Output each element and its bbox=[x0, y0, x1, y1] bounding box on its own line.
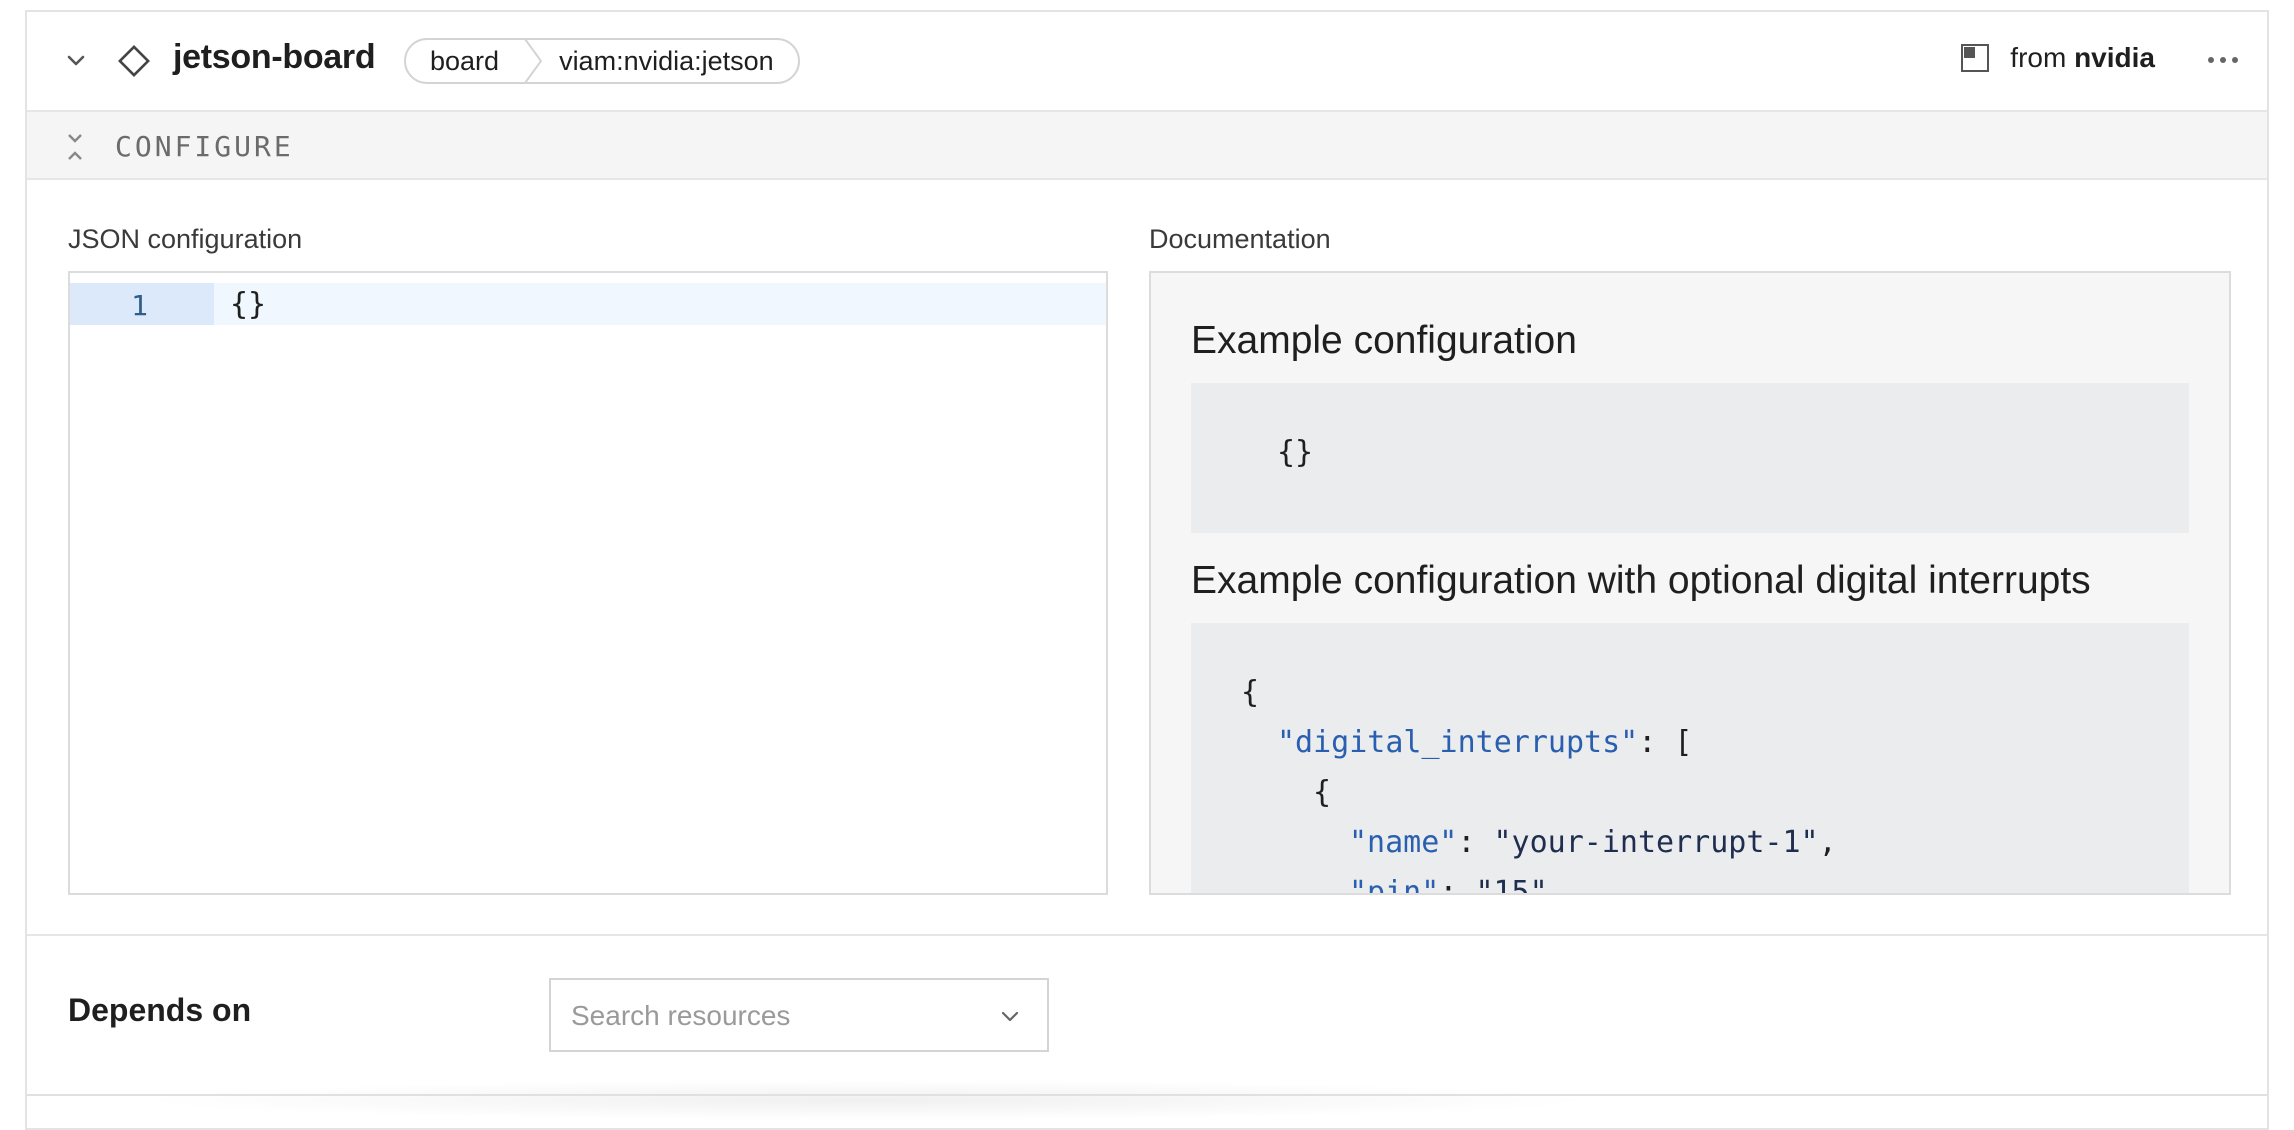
collapse-arrows-icon bbox=[68, 134, 82, 160]
diamond-icon bbox=[118, 45, 150, 77]
doc-code-block-1: {} bbox=[1191, 383, 2189, 533]
doc-heading-interrupts: Example configuration with optional digi… bbox=[1191, 559, 2091, 602]
component-name: jetson-board bbox=[173, 38, 376, 76]
active-line-highlight bbox=[70, 283, 1106, 325]
code-line-2: "digital_interrupts": [ bbox=[1277, 725, 1693, 760]
documentation-panel: Example configuration {} Example configu… bbox=[1149, 271, 2231, 895]
doc-heading-example: Example configuration bbox=[1191, 319, 1577, 362]
breadcrumb-separator-icon bbox=[524, 39, 543, 83]
json-content[interactable]: {} bbox=[230, 287, 266, 322]
code-line-4: "name": "your-interrupt-1", bbox=[1349, 825, 1837, 860]
component-type-breadcrumb: board viam:nvidia:jetson bbox=[404, 38, 800, 84]
line-number: 1 bbox=[131, 289, 148, 322]
model-label: viam:nvidia:jetson bbox=[559, 45, 774, 76]
chevron-down-icon[interactable] bbox=[61, 46, 91, 76]
component-card: jetson-board board viam:nvidia:jetson fr… bbox=[25, 10, 2269, 1130]
search-resources-dropdown[interactable]: Search resources bbox=[549, 978, 1049, 1052]
footer-divider bbox=[27, 1094, 2267, 1096]
json-editor[interactable]: 1 {} bbox=[68, 271, 1108, 895]
code-line-1: { bbox=[1241, 675, 1260, 710]
depends-on-label: Depends on bbox=[68, 992, 252, 1028]
documentation-label: Documentation bbox=[1149, 224, 1331, 254]
module-source-text: from nvidia bbox=[2010, 42, 2155, 73]
search-resources-placeholder: Search resources bbox=[571, 1000, 791, 1031]
doc-code-1-text: {} bbox=[1277, 435, 1314, 470]
doc-code-block-2: { "digital_interrupts": [ { "name": "you… bbox=[1191, 623, 2189, 895]
code-line-3: { bbox=[1313, 775, 1332, 810]
module-source[interactable]: from nvidia bbox=[1960, 42, 2155, 74]
chevron-down-icon bbox=[1001, 1011, 1019, 1022]
configure-label: CONFIGURE bbox=[115, 130, 294, 163]
json-config-label: JSON configuration bbox=[68, 224, 303, 254]
configure-section-toggle[interactable]: CONFIGURE bbox=[27, 110, 2267, 180]
footer-shadow bbox=[127, 1080, 1607, 1120]
component-header[interactable]: jetson-board board viam:nvidia:jetson fr… bbox=[27, 12, 2267, 110]
code-line-5: "pin": "15" bbox=[1349, 875, 1548, 895]
module-icon bbox=[1961, 44, 1990, 72]
section-divider bbox=[27, 934, 2267, 936]
api-label: board bbox=[430, 45, 500, 76]
more-horizontal-icon[interactable] bbox=[2203, 42, 2243, 78]
